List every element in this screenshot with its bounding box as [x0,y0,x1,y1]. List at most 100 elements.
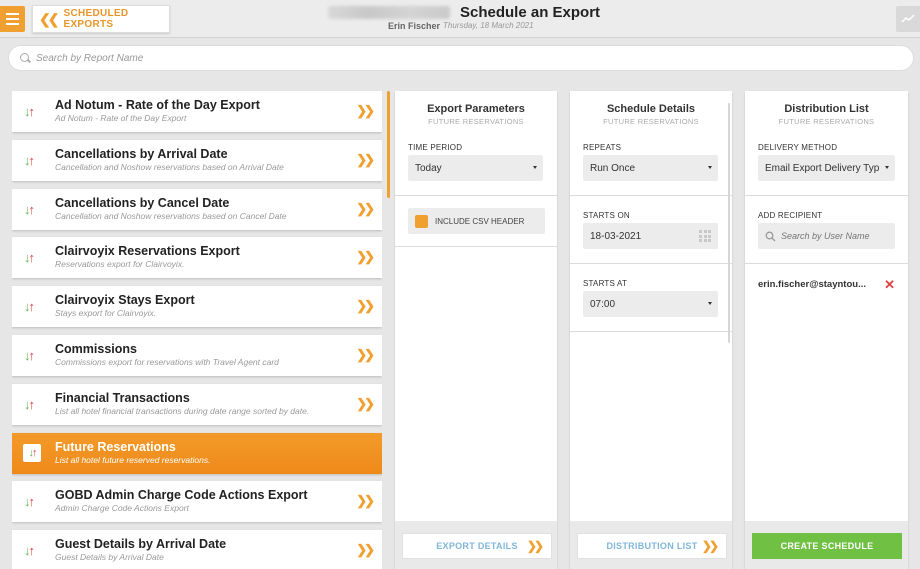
report-list: ↓↑ Ad Notum - Rate of the Day Export Ad … [12,91,382,569]
trend-chart-icon[interactable] [896,6,920,32]
add-recipient-field[interactable] [758,223,895,249]
back-to-scheduled-exports-button[interactable]: ❮❮ SCHEDULED EXPORTS [32,5,170,33]
chevron-down-icon [533,166,537,169]
include-csv-header-label: INCLUDE CSV HEADER [435,216,525,226]
report-item[interactable]: ↓↑ Cancellations by Arrival Date Cancell… [12,139,382,181]
export-details-label: EXPORT DETAILS [436,541,518,551]
report-description: Reservations export for Clairvoyix. [55,259,185,270]
delivery-method-value: Email Export Delivery Type [765,162,879,174]
double-chevron-right-icon: ❯❯ [356,346,375,362]
list-scrollbar[interactable] [387,91,390,198]
chevron-down-icon [885,166,889,169]
panel-title: Export Parameters [427,103,525,115]
repeats-select[interactable]: Run Once [583,155,718,181]
report-description: Commissions export for reservations with… [55,356,279,367]
redacted-hotel-name [328,6,450,19]
include-csv-header-toggle[interactable]: INCLUDE CSV HEADER [408,208,545,234]
divider [745,195,908,196]
divider [395,246,557,247]
sort-arrows-icon: ↓↑ [24,104,35,119]
chevron-down-icon [708,166,712,169]
report-name: Clairvoyix Reservations Export [55,244,240,259]
sort-arrows-icon: ↓↑ [23,443,41,462]
double-chevron-right-icon: ❯❯ [356,200,375,216]
back-button-label: SCHEDULED EXPORTS [63,8,129,30]
starts-on-label: STARTS ON [583,211,630,220]
sort-arrows-icon: ↓↑ [24,543,35,559]
report-description: List all hotel future reserved reservati… [55,454,211,465]
calendar-icon[interactable] [699,230,711,242]
double-chevron-right-icon: ❯❯ [356,542,375,558]
user-name: Erin Fischer [388,21,441,31]
report-item[interactable]: ↓↑ Clairvoyix Stays Export Stays export … [12,286,382,328]
report-search-bar[interactable] [8,45,914,71]
double-chevron-right-icon: ❯❯ [356,103,375,118]
report-name: Financial Transactions [55,390,190,405]
report-name: Future Reservations [55,439,176,454]
starts-on-date-field[interactable]: 18-03-2021 [583,223,718,249]
distribution-list-label: DISTRIBUTION LIST [606,541,698,551]
distribution-list-button[interactable]: DISTRIBUTION LIST ❯❯ [577,533,727,559]
double-chevron-right-icon: ❯❯ [356,249,375,265]
repeats-label: REPEATS [583,143,622,152]
search-input[interactable] [36,52,896,64]
repeats-value: Run Once [590,162,636,174]
report-name: GOBD Admin Charge Code Actions Export [55,488,308,503]
report-name: Cancellations by Cancel Date [55,195,230,210]
report-item[interactable]: ↓↑ Ad Notum - Rate of the Day Export Ad … [12,91,382,132]
report-description: Guest Details by Arrival Date [55,552,164,563]
sort-arrows-icon: ↓↑ [24,494,35,510]
time-period-select[interactable]: Today [408,155,543,181]
delivery-method-select[interactable]: Email Export Delivery Type [758,155,895,181]
double-chevron-left-icon: ❮❮ [39,10,60,27]
report-description: Stays export for Clairvoyix. [55,308,157,319]
divider [745,263,908,264]
sort-arrows-icon: ↓↑ [24,299,35,315]
export-parameters-panel: Export Parameters FUTURE RESERVATIONS TI… [395,91,557,569]
report-description: List all hotel financial transactions du… [55,405,310,416]
checkbox-icon [415,214,428,228]
double-chevron-right-icon: ❯❯ [356,298,375,314]
report-item-selected[interactable]: ↓↑ Future Reservations List all hotel fu… [12,432,382,474]
divider [570,331,732,332]
add-recipient-label: ADD RECIPIENT [758,211,823,220]
double-chevron-right-icon: ❯❯ [701,539,719,553]
time-period-value: Today [415,162,442,174]
report-item[interactable]: ↓↑ Financial Transactions List all hotel… [12,383,382,425]
report-name: Cancellations by Arrival Date [55,146,228,161]
distribution-list-panel: Distribution List FUTURE RESERVATIONS DE… [745,91,908,569]
report-item[interactable]: ↓↑ Guest Details by Arrival Date Guest D… [12,530,382,569]
report-item[interactable]: ↓↑ Clairvoyix Reservations Export Reserv… [12,237,382,279]
panel-title: Distribution List [784,103,869,115]
hamburger-menu-icon[interactable] [0,6,25,32]
add-recipient-input[interactable] [781,231,891,241]
report-description: Ad Notum - Rate of the Day Export [55,113,187,123]
report-item[interactable]: ↓↑ GOBD Admin Charge Code Actions Export… [12,481,382,523]
starts-at-select[interactable]: 07:00 [583,291,718,317]
starts-at-value: 07:00 [590,298,616,310]
panel-scrollbar[interactable] [728,103,730,343]
chevron-down-icon [708,302,712,305]
report-description: Cancellation and Noshow reservations bas… [55,210,287,221]
report-name: Commissions [55,341,137,356]
top-bar: ❮❮ SCHEDULED EXPORTS Schedule an Export … [0,0,920,38]
page-title: Schedule an Export [460,4,601,21]
recipient-email: erin.fischer@stayntou... [758,279,866,290]
starts-at-label: STARTS AT [583,279,628,288]
double-chevron-right-icon: ❯❯ [356,395,375,411]
report-item[interactable]: ↓↑ Cancellations by Cancel Date Cancella… [12,188,382,230]
report-name: Clairvoyix Stays Export [55,293,195,308]
delivery-method-label: DELIVERY METHOD [758,143,838,152]
divider [570,263,732,264]
sort-arrows-icon: ↓↑ [24,396,35,412]
schedule-details-panel: Schedule Details FUTURE RESERVATIONS REP… [570,91,732,569]
panel-subtitle: FUTURE RESERVATIONS [778,117,875,126]
divider [570,195,732,196]
remove-recipient-icon[interactable]: ✕ [884,277,895,293]
create-schedule-button[interactable]: CREATE SCHEDULE [752,533,902,559]
starts-on-value: 18-03-2021 [590,230,642,242]
export-details-button[interactable]: EXPORT DETAILS ❯❯ [402,533,552,559]
report-description: Cancellation and Noshow reservations bas… [55,161,284,172]
report-item[interactable]: ↓↑ Commissions Commissions export for re… [12,334,382,376]
divider [395,195,557,196]
